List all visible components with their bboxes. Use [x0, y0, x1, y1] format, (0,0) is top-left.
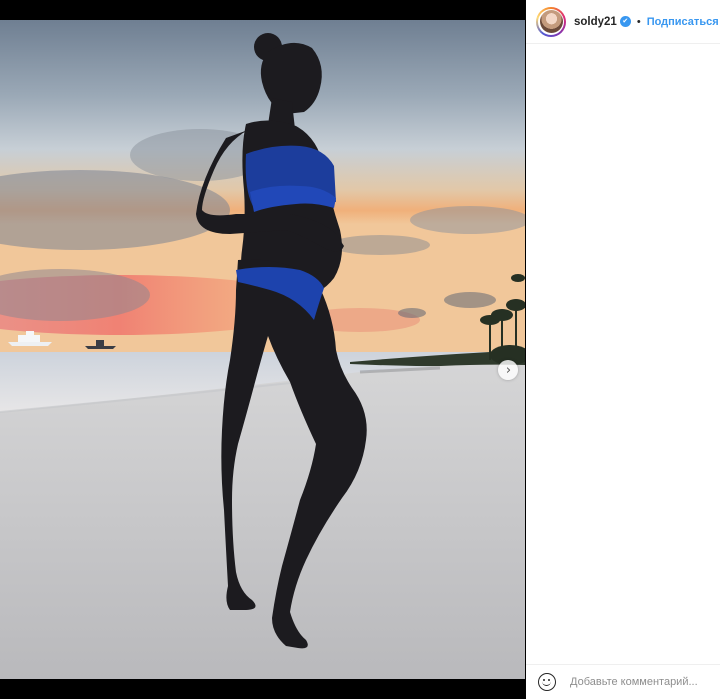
post-side-panel: soldy21 ✔ • Подписаться — [526, 0, 720, 699]
comment-input[interactable] — [570, 676, 710, 688]
avatar-image — [539, 10, 563, 33]
beach-sunset-photo — [0, 20, 525, 679]
follow-button[interactable]: Подписаться — [647, 16, 719, 28]
header-separator: • — [636, 15, 641, 28]
smiley-icon[interactable] — [538, 673, 556, 691]
username-link[interactable]: soldy21 — [574, 16, 617, 28]
checkmark-icon: ✔ — [622, 17, 629, 25]
instagram-post-embed: › soldy21 ✔ • Подписаться — [0, 0, 720, 699]
avatar[interactable] — [536, 6, 566, 37]
comment-bar — [526, 664, 720, 699]
post-photo[interactable]: › — [0, 20, 525, 679]
avatar-frame — [538, 8, 564, 35]
post-header: soldy21 ✔ • Подписаться — [526, 0, 720, 44]
verified-badge: ✔ — [619, 16, 631, 27]
chevron-right-icon: › — [505, 362, 512, 378]
next-photo-button[interactable]: › — [498, 360, 518, 380]
